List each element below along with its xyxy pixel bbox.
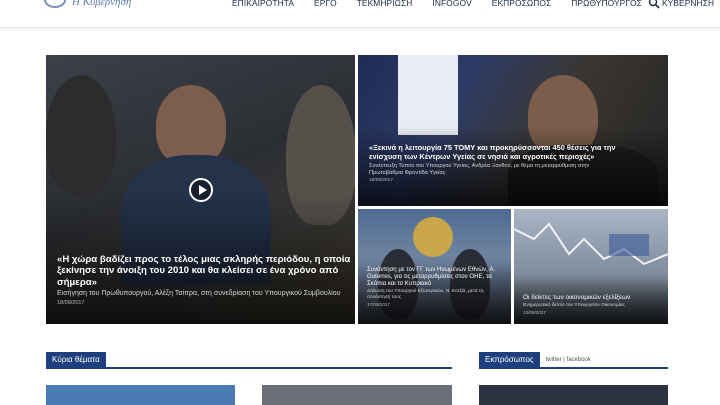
nav-item-prime-minister[interactable]: ΠΡΩΘΥΠΟΥΡΓΟΣ [571,0,642,8]
speaker-figure [156,85,226,165]
story-thumbnail[interactable] [262,385,452,405]
story-title[interactable]: Συνάντηση με τον ΓΓ των Ηνωμένων Εθνών, … [367,266,507,288]
background-figure [46,75,116,195]
site-header: Η Κυβέρνηση ΕΠΙΚΑΙΡΟΤΗΤΑ ΕΡΓΟ ΤΕΚΜΗΡΙΩΣΗ… [0,0,720,28]
section-divider [479,367,668,369]
nav-item-infogov[interactable]: INFOGOV [432,0,471,8]
story-subtitle: Δήλωση του Υπουργού Εξωτερικών, Ν. Κοτζι… [367,288,484,300]
story-date: 13/09/2017 [523,309,546,315]
nav-item-documentation[interactable]: ΤΕΚΜΗΡΙΩΣΗ [357,0,413,8]
featured-story-un[interactable]: Συνάντηση με τον ΓΓ των Ηνωμένων Εθνών, … [358,209,511,324]
story-title[interactable]: Οι δείκτες των οικονομικών εξελίξεων [523,294,663,302]
story-title[interactable]: «Ξεκινά η λειτουργία 75 ΤΟΜΥ και προκηρύ… [369,143,619,161]
nav-item-work[interactable]: ΕΡΓΟ [314,0,337,8]
story-title[interactable]: «Η χώρα βαδίζει προς το τέλος μιας σκληρ… [57,254,352,288]
social-links[interactable]: twitter | facebook [546,357,591,363]
play-video-icon[interactable] [189,178,213,202]
story-date: 18/09/2017 [57,299,85,306]
story-date: 17/09/2017 [367,301,390,307]
section-title[interactable]: Κύρια θέματα [46,352,106,368]
main-nav: ΕΠΙΚΑΙΡΟΤΗΤΑ ΕΡΓΟ ΤΕΚΜΗΡΙΩΣΗ INFOGOV ΕΚΠ… [232,0,714,8]
section-title[interactable]: Εκπρόσωπος [479,352,540,368]
government-logo[interactable] [44,0,66,8]
story-subtitle: Ενημερωτικό δελτίο του Υπουργείου Οικονο… [523,302,625,308]
story-subtitle: Εισήγηση του Πρωθυπουργού, Αλέξη Τσίπρα,… [57,289,341,297]
flag-shape [398,55,458,135]
nav-item-government[interactable]: ΚΥΒΕΡΝΗΣΗ [662,0,714,8]
story-thumbnail[interactable] [479,385,668,405]
nav-item-spokesperson[interactable]: ΕΚΠΡΟΣΩΠΟΣ [492,0,552,8]
site-name[interactable]: Η Κυβέρνηση [72,0,131,8]
story-date: 19/09/2017 [369,178,394,184]
search-icon[interactable] [648,0,660,9]
spokesperson-header: Εκπρόσωπος twitter | facebook [479,352,591,368]
un-emblem [413,217,453,257]
main-topics-header: Κύρια θέματα [46,352,106,368]
story-subtitle: Συνέντευξη Τύπου του Υπουργού Υγείας, Αν… [369,163,590,177]
featured-story-health[interactable]: «Ξεκινά η λειτουργία 75 ΤΟΜΥ και προκηρύ… [358,55,668,206]
story-thumbnail[interactable] [46,385,235,405]
featured-story-economy[interactable]: Οι δείκτες των οικονομικών εξελίξεων Ενη… [514,209,668,324]
nav-item-news[interactable]: ΕΠΙΚΑΙΡΟΤΗΤΑ [232,0,294,8]
section-divider [46,367,452,369]
